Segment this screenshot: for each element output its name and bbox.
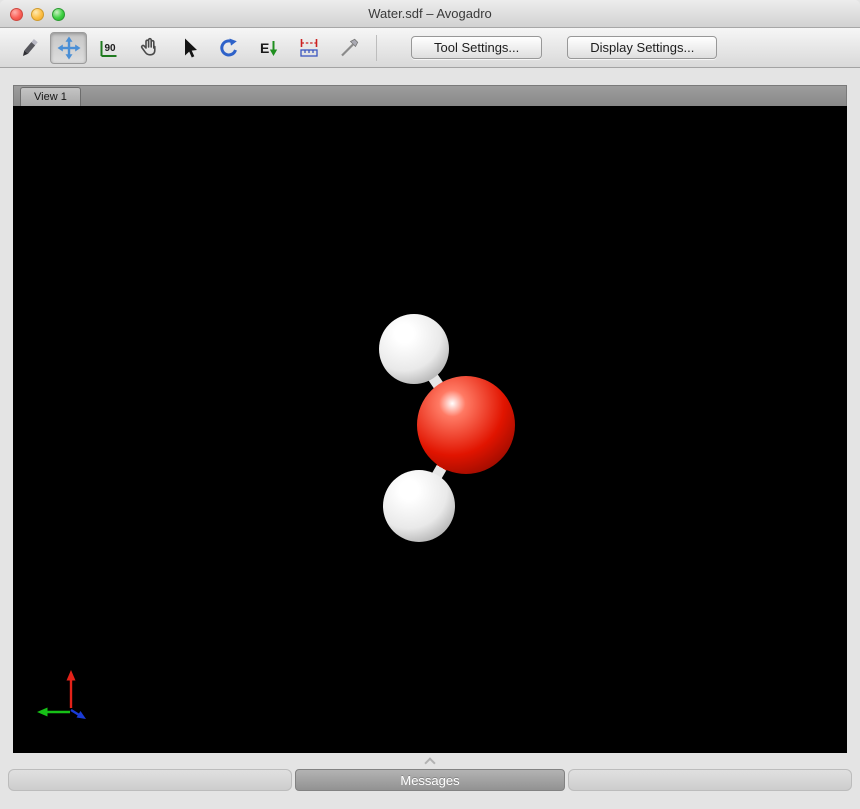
bottom-bar: Messages <box>0 753 860 809</box>
align-tool-button[interactable] <box>330 32 367 64</box>
tab-view-1[interactable]: View 1 <box>20 87 81 106</box>
content-area: View 1 <box>13 85 847 753</box>
atom-H <box>383 470 455 542</box>
measure-tool-button[interactable] <box>290 32 327 64</box>
auto-optimize-tool-button[interactable]: E <box>250 32 287 64</box>
auto-rotate-tool-button[interactable] <box>210 32 247 64</box>
measure-icon <box>297 36 321 60</box>
navigate-icon <box>57 36 81 60</box>
atom-O <box>417 376 515 474</box>
angle-90-icon: 90 <box>97 36 121 60</box>
svg-text:90: 90 <box>104 43 116 54</box>
pencil-icon <box>17 36 41 60</box>
titlebar: Water.sdf – Avogadro <box>0 0 860 28</box>
close-button[interactable] <box>10 8 23 21</box>
molecule-layer <box>13 106 847 753</box>
hand-icon <box>137 36 161 60</box>
rotate-icon <box>217 36 241 60</box>
manipulate-tool-button[interactable] <box>130 32 167 64</box>
cursor-icon <box>177 36 201 60</box>
draw-tool-button[interactable] <box>10 32 47 64</box>
axes-indicator <box>35 666 95 727</box>
window-controls <box>10 8 65 21</box>
minimize-button[interactable] <box>31 8 44 21</box>
navigate-tool-button[interactable] <box>50 32 87 64</box>
zoom-button[interactable] <box>52 8 65 21</box>
splitter-grip-right <box>568 769 852 791</box>
messages-panel-button[interactable]: Messages <box>295 769 565 791</box>
align-icon <box>337 36 361 60</box>
toolbar: 90 <box>0 28 860 68</box>
chevron-up-icon <box>424 757 435 768</box>
optimize-icon: E <box>257 36 281 60</box>
splitter-grip-left <box>8 769 292 791</box>
atom-H <box>379 314 449 384</box>
selection-tool-button[interactable] <box>170 32 207 64</box>
messages-label: Messages <box>400 773 459 788</box>
svg-text:E: E <box>260 40 269 56</box>
window-title: Water.sdf – Avogadro <box>368 6 492 21</box>
gl-viewport[interactable] <box>13 106 847 753</box>
messages-splitter: Messages <box>8 769 852 791</box>
bond-centric-tool-button[interactable]: 90 <box>90 32 127 64</box>
display-settings-button[interactable]: Display Settings... <box>567 36 717 59</box>
toolbar-divider <box>376 35 377 61</box>
tool-settings-button[interactable]: Tool Settings... <box>411 36 542 59</box>
avogadro-window: Water.sdf – Avogadro <box>0 0 860 809</box>
view-tab-bar: View 1 <box>13 85 847 106</box>
